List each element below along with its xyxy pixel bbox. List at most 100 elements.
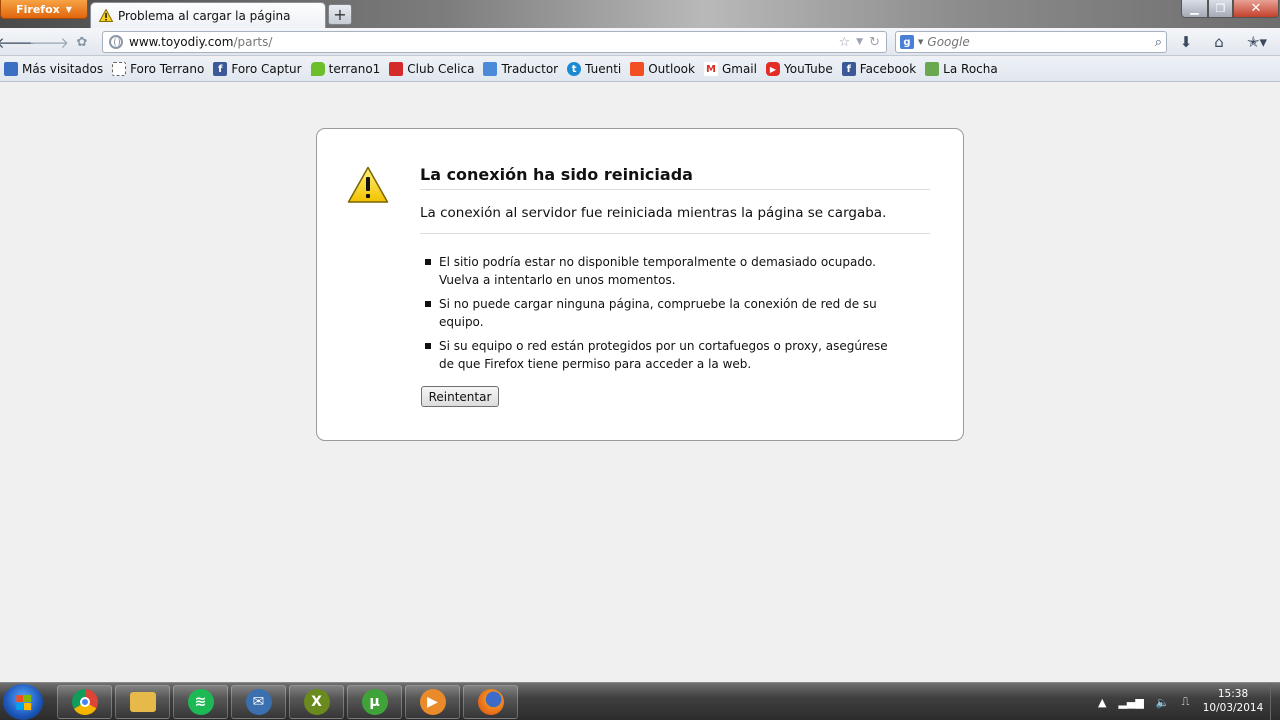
start-button[interactable]: [3, 684, 43, 720]
bookmarks-toolbar: Más visitados Foro Terrano f Foro Captur ter…: [0, 57, 1280, 82]
site-identity-button[interactable]: ✿: [70, 30, 94, 54]
spotify-icon: ≋: [187, 689, 214, 715]
taskbar-app-explorer[interactable]: [115, 685, 170, 719]
gmail-icon: M: [703, 62, 718, 76]
bookmark-label: Club Celica: [407, 62, 475, 76]
facebook-icon: f: [213, 62, 228, 76]
reload-icon[interactable]: ↻: [869, 35, 880, 50]
windows-logo-icon: [630, 62, 645, 76]
back-button[interactable]: 🡐: [0, 30, 36, 54]
bookmarks-icon: ✭▾: [1246, 33, 1268, 51]
forward-button[interactable]: 🡒: [29, 30, 69, 54]
windows-taskbar: ≋ ✉ Xµ ▶ ▲ ▂▄▆ 🔈 ⎍ 15:38 10/03/2014: [0, 682, 1280, 720]
network-signal-icon[interactable]: ▂▄▆: [1118, 696, 1143, 709]
suggestion-item: El sitio podría estar no disponible temp…: [423, 253, 903, 289]
bookmark-label: Más visitados: [22, 62, 104, 76]
taskbar-app-thunderbird[interactable]: ✉: [231, 685, 286, 719]
show-hidden-icons-icon[interactable]: ▲: [1098, 696, 1106, 709]
close-window-button[interactable]: ✕: [1233, 0, 1279, 18]
bookmark-item[interactable]: Más visitados: [4, 62, 103, 76]
taskbar-clock[interactable]: 15:38 10/03/2014: [1196, 687, 1270, 715]
bookmark-label: Outlook: [648, 62, 695, 76]
taskbar-app-spotify[interactable]: ≋: [173, 685, 228, 719]
tab-title: Problema al cargar la página: [118, 8, 291, 23]
taskbar-app-app-x[interactable]: X: [289, 685, 344, 719]
home-button[interactable]: ⌂: [1207, 30, 1231, 54]
search-bar: g ▼ ⌕: [895, 31, 1167, 53]
green-x-icon: X: [303, 689, 330, 715]
tab-active[interactable]: Problema al cargar la página: [90, 2, 326, 28]
url-bar[interactable]: www.toyodiy.com/parts/ ☆ ▼ ↻: [102, 31, 887, 53]
bookmark-item[interactable]: f Foro Captur: [213, 62, 302, 76]
error-page-container: La conexión ha sido reiniciada La conexi…: [316, 128, 964, 441]
windows-logo-icon: [15, 694, 31, 710]
bookmark-label: YouTube: [783, 62, 833, 76]
clock-date: 10/03/2014: [1202, 702, 1264, 714]
bookmark-label: Foro Terrano: [130, 62, 205, 76]
error-description: La conexión al servidor fue reiniciada m…: [420, 205, 930, 234]
firefox-menu-button[interactable]: Firefox ▼: [0, 0, 88, 19]
title-bar: Firefox ▼ Problema al cargar la página +…: [0, 0, 1280, 28]
chevron-down-icon[interactable]: ▼: [918, 38, 923, 46]
bookmark-item[interactable]: terrano1: [310, 62, 380, 76]
blank-page-icon: [112, 62, 127, 76]
bookmark-item[interactable]: La Rocha: [925, 62, 998, 76]
suggestion-item: Si su equipo o red están protegidos por …: [423, 337, 903, 373]
search-input[interactable]: [927, 35, 1151, 49]
bookmark-item[interactable]: M Gmail: [703, 62, 757, 76]
firefox-icon: [477, 689, 504, 715]
taskbar-app-chrome[interactable]: [57, 685, 112, 719]
bookmark-label: Foro Captur: [231, 62, 302, 76]
show-desktop-button[interactable]: [1270, 683, 1280, 720]
tuenti-icon: t: [567, 62, 582, 76]
chrome-icon: [71, 689, 98, 715]
bookmark-star-icon[interactable]: ☆: [839, 35, 851, 50]
bookmark-item[interactable]: Foro Terrano: [112, 62, 204, 76]
url-path: /parts/: [233, 35, 273, 49]
close-icon: ✕: [1250, 1, 1262, 16]
utorrent-icon: µ: [361, 689, 388, 715]
volume-icon[interactable]: 🔈: [1156, 696, 1170, 709]
downloads-button[interactable]: ⬇: [1174, 30, 1198, 54]
firefox-menu-label: Firefox: [16, 2, 60, 16]
restore-window-button[interactable]: ❐: [1208, 0, 1233, 18]
bookmark-label: Facebook: [859, 62, 917, 76]
google-engine-icon[interactable]: g: [900, 35, 914, 49]
celica-logo-icon: [389, 62, 404, 76]
taskbar-app-firefox[interactable]: [463, 685, 518, 719]
history-dropdown-icon[interactable]: ▼: [856, 37, 863, 47]
taskbar-app-utorrent[interactable]: µ: [347, 685, 402, 719]
bookmarks-menu-button[interactable]: ✭▾: [1240, 30, 1274, 54]
minimize-window-button[interactable]: ▁: [1181, 0, 1208, 18]
restore-icon: ❐: [1215, 2, 1226, 15]
bookmark-label: Traductor: [501, 62, 559, 76]
translate-icon: [483, 62, 498, 76]
bookmark-item[interactable]: Traductor: [483, 62, 558, 76]
bookmark-item[interactable]: Club Celica: [389, 62, 474, 76]
url-text[interactable]: www.toyodiy.com/parts/: [129, 35, 833, 49]
bookmark-item[interactable]: t Tuenti: [567, 62, 621, 76]
download-arrow-icon: ⬇: [1179, 33, 1193, 51]
warning-icon: [99, 9, 113, 22]
usb-device-icon[interactable]: ⎍: [1182, 695, 1190, 709]
bookmark-item[interactable]: Outlook: [630, 62, 695, 76]
new-tab-button[interactable]: +: [328, 4, 352, 25]
clock-time: 15:38: [1217, 688, 1249, 700]
magnifier-icon[interactable]: ⌕: [1155, 35, 1162, 50]
facebook-icon: f: [841, 62, 856, 76]
home-icon: ⌂: [1214, 33, 1224, 51]
bookmark-label: La Rocha: [943, 62, 998, 76]
navigation-toolbar: 🡐 🡒 ✿ www.toyodiy.com/parts/ ☆ ▼ ↻ g ▼ ⌕…: [0, 28, 1280, 56]
bookmark-item[interactable]: ▶ YouTube: [765, 62, 833, 76]
folder-icon: [129, 692, 156, 712]
arrow-right-icon: 🡒: [28, 33, 70, 52]
thunderbird-icon: ✉: [245, 689, 272, 715]
retry-button[interactable]: Reintentar: [421, 386, 499, 407]
bookmark-item[interactable]: f Facebook: [841, 62, 917, 76]
taskbar-app-media-player[interactable]: ▶: [405, 685, 460, 719]
bookmark-label: Tuenti: [585, 62, 622, 76]
globe-icon: [109, 35, 123, 49]
la-rocha-icon: [925, 62, 940, 76]
chat-bubble-icon: [310, 62, 325, 76]
most-visited-icon: [4, 62, 18, 76]
